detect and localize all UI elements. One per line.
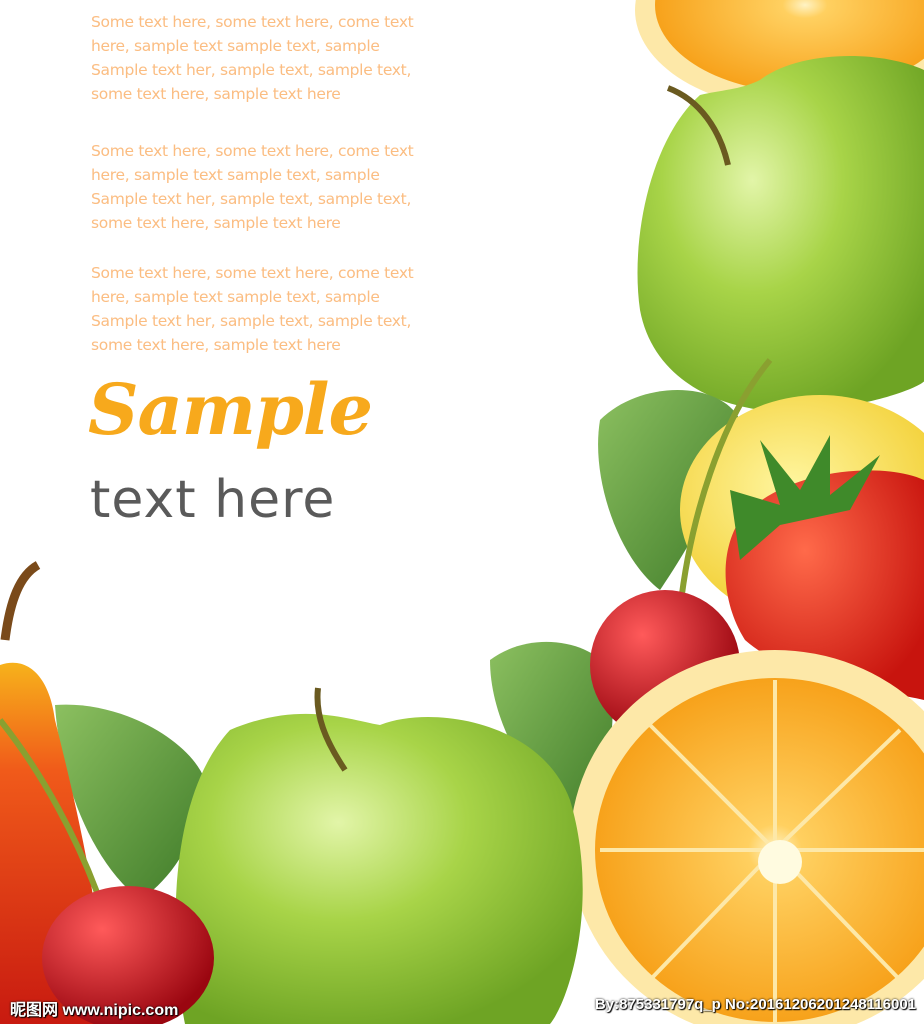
headline-subtitle: text here <box>90 470 336 530</box>
paragraph-line: Sample text her, sample text, sample tex… <box>91 190 412 208</box>
paragraph-line: here, sample text sample text, sample <box>91 288 380 306</box>
green-apple-right <box>637 56 924 412</box>
headline-title: Sample <box>88 368 373 451</box>
paragraph-line: Sample text her, sample text, sample tex… <box>91 312 412 330</box>
paragraph-3: Some text here, some text here, come tex… <box>91 261 414 357</box>
paragraph-line: Some text here, some text here, come tex… <box>91 142 414 160</box>
watermark-site: 昵图网 www.nipic.com <box>10 1002 179 1019</box>
paragraph-line: Sample text her, sample text, sample tex… <box>91 61 412 79</box>
paragraph-line: here, sample text sample text, sample <box>91 166 380 184</box>
paragraph-1: Some text here, some text here, come tex… <box>91 10 414 106</box>
paragraph-2: Some text here, some text here, come tex… <box>91 139 414 235</box>
paragraph-line: some text here, sample text here <box>91 336 341 354</box>
paragraph-line: Some text here, some text here, come tex… <box>91 13 414 31</box>
paragraph-line: Some text here, some text here, come tex… <box>91 264 414 282</box>
paragraph-line: some text here, sample text here <box>91 85 341 103</box>
watermark-id: By:875331797q_p No:20161206201248116001 <box>594 996 916 1013</box>
paragraph-line: here, sample text sample text, sample <box>91 37 380 55</box>
paragraph-line: some text here, sample text here <box>91 214 341 232</box>
